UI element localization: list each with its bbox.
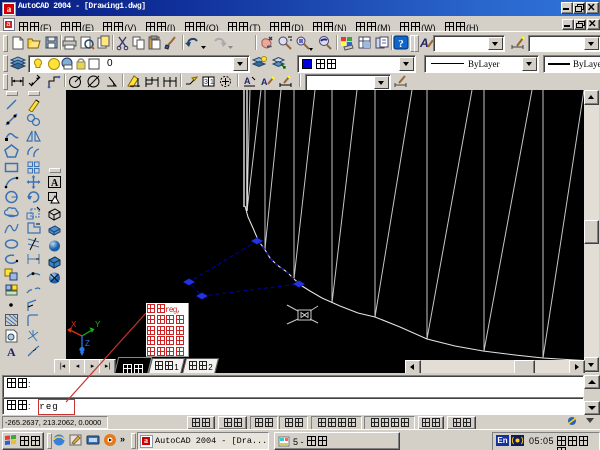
- svg-text:A: A: [419, 36, 429, 50]
- svg-text:1: 1: [210, 79, 214, 86]
- svg-text:Z: Z: [85, 339, 90, 348]
- svg-text:3: 3: [204, 79, 208, 86]
- svg-text:A: A: [7, 345, 16, 358]
- svg-text:X: X: [71, 320, 77, 329]
- svg-text:A: A: [261, 77, 268, 87]
- svg-text:Y: Y: [95, 320, 101, 329]
- svg-text:A: A: [51, 178, 59, 189]
- svg-text:?: ?: [398, 38, 404, 50]
- svg-text:A: A: [244, 76, 251, 86]
